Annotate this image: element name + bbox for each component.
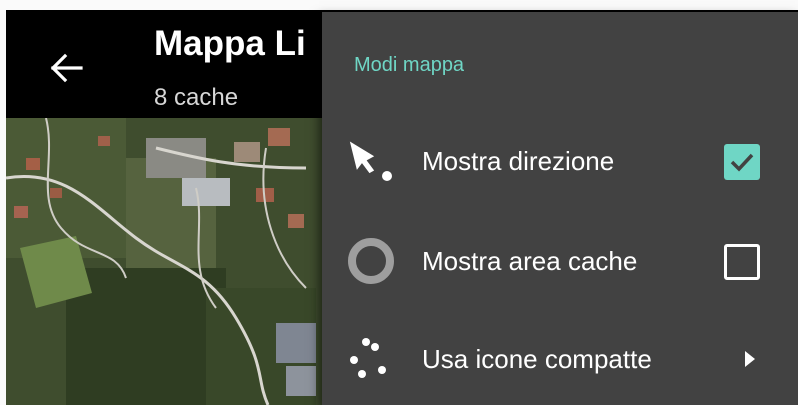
page-title: Mappa Li (154, 24, 306, 63)
submenu-arrow-icon (740, 347, 760, 371)
direction-icon (342, 132, 400, 190)
menu-item-label: Mostra direzione (422, 146, 615, 176)
show-cache-area-checkbox[interactable] (724, 244, 760, 280)
arrow-back-icon (49, 53, 83, 88)
menu-item-show-cache-area[interactable]: Mostra area cache (322, 218, 798, 302)
show-direction-checkbox[interactable] (724, 144, 760, 180)
cache-area-ring-icon (342, 232, 400, 290)
back-button[interactable] (44, 48, 88, 92)
menu-header: Modi mappa (354, 54, 465, 76)
menu-item-label: Mostra area cache (422, 246, 638, 276)
compact-dots-icon (342, 330, 400, 388)
menu-item-show-direction[interactable]: Mostra direzione (322, 118, 798, 202)
page-subtitle: 8 cache (154, 84, 239, 111)
app-screen: Mappa Li 8 cache Modi mappa Mostra direz… (0, 0, 798, 405)
check-icon (730, 153, 754, 172)
map-modes-menu: Modi mappa Mostra direzione Mostra area … (322, 12, 798, 405)
menu-item-compact-icons[interactable]: Usa icone compatte (322, 316, 798, 400)
menu-item-label: Usa icone compatte (422, 344, 652, 374)
